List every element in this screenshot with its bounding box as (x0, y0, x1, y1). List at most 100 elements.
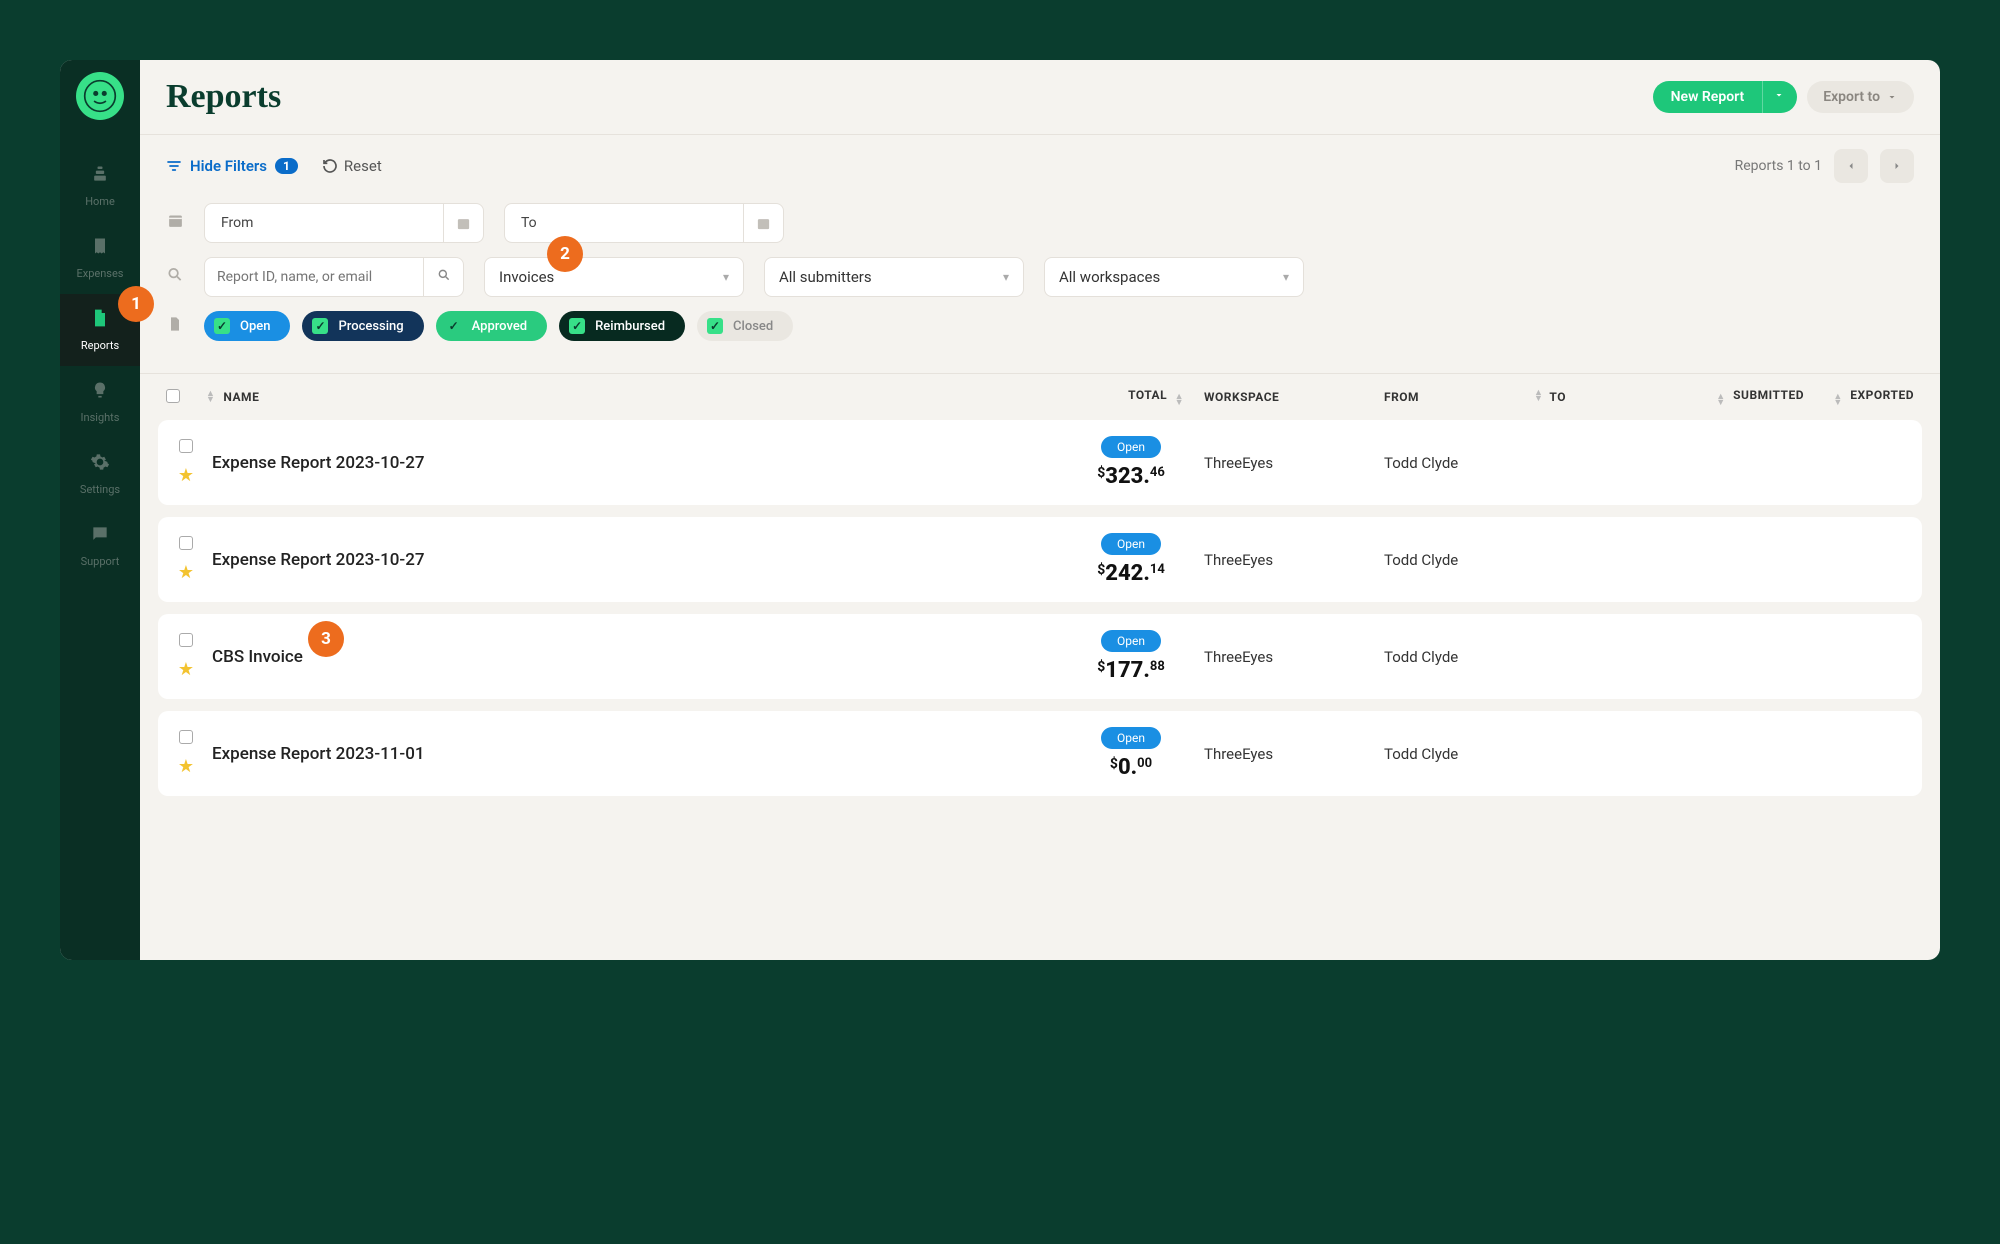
workspace-select[interactable]: All workspaces (1044, 257, 1304, 297)
search-button[interactable] (424, 257, 464, 297)
nav-home[interactable]: Home (60, 150, 140, 222)
th-name[interactable]: NAME (223, 390, 259, 404)
check-icon: ✓ (312, 318, 328, 334)
search-input[interactable] (204, 257, 424, 297)
status-badge: Open (1101, 436, 1161, 458)
date-to-field[interactable]: To (504, 203, 784, 243)
table-rows: ★ Expense Report 2023-10-27 Open $323.46… (140, 420, 1940, 808)
star-icon[interactable]: ★ (178, 659, 194, 680)
sort-icon[interactable]: ▲▼ (206, 391, 215, 403)
pill-label: Open (240, 319, 270, 334)
nav-settings[interactable]: Settings (60, 438, 140, 510)
check-icon: ✓ (214, 318, 230, 334)
reset-label: Reset (344, 157, 382, 175)
nav-reports[interactable]: Reports 1 (60, 294, 140, 366)
status-pill-processing[interactable]: ✓ Processing (302, 311, 423, 341)
table-row[interactable]: ★ Expense Report 2023-10-27 Open $323.46… (158, 420, 1922, 505)
row-from: Todd Clyde (1384, 551, 1534, 569)
table-row[interactable]: ★ Expense Report 2023-10-27 Open $242.14… (158, 517, 1922, 602)
calendar-icon (166, 212, 184, 234)
row-checkbox[interactable] (179, 536, 193, 550)
reset-button[interactable]: Reset (322, 157, 382, 175)
row-name: Expense Report 2023-10-27 (212, 453, 425, 473)
filter-bar-right: Reports 1 to 1 (1735, 149, 1914, 183)
new-report-button[interactable]: New Report (1653, 81, 1763, 113)
header-actions: New Report Export to (1653, 81, 1914, 113)
bulb-icon (60, 380, 140, 405)
status-pill-reimbursed[interactable]: ✓ Reimbursed (559, 311, 685, 341)
row-workspace: ThreeEyes (1204, 648, 1384, 666)
th-workspace[interactable]: WORKSPACE (1204, 390, 1279, 404)
logo-icon (83, 79, 117, 113)
nav-expenses[interactable]: Expenses (60, 222, 140, 294)
submitter-select-value: All submitters (779, 268, 872, 286)
row-checkbox[interactable] (179, 439, 193, 453)
filter-count-badge: 1 (275, 158, 298, 174)
table-row[interactable]: ★ Expense Report 2023-11-01 Open $0.00 T… (158, 711, 1922, 796)
page-prev-button[interactable] (1834, 149, 1868, 183)
th-total[interactable]: TOTAL (1128, 388, 1167, 402)
nav-support[interactable]: Support (60, 510, 140, 582)
check-icon: ✓ (446, 318, 462, 334)
check-icon: ✓ (707, 318, 723, 334)
type-select[interactable]: Invoices 2 (484, 257, 744, 297)
nav-label: Settings (80, 483, 120, 496)
row-checkbox[interactable] (179, 633, 193, 647)
th-submitted[interactable]: SUBMITTED (1733, 388, 1804, 402)
status-pill-approved[interactable]: ✓ Approved (436, 311, 548, 341)
sort-icon[interactable]: ▲▼ (1175, 394, 1184, 406)
nav-label: Support (81, 555, 120, 568)
chevron-right-icon (1891, 160, 1903, 172)
reset-icon (322, 158, 338, 174)
workspace-select-value: All workspaces (1059, 268, 1160, 286)
th-to[interactable]: TO (1549, 390, 1566, 404)
status-pill-open[interactable]: ✓ Open (204, 311, 290, 341)
callout-3: 3 (308, 621, 344, 657)
row-amount: $242.14 (1097, 561, 1165, 586)
export-button[interactable]: Export to (1807, 81, 1914, 113)
search-icon (166, 266, 184, 288)
app-logo[interactable] (76, 72, 124, 120)
select-all-checkbox[interactable] (166, 389, 180, 403)
row-checkbox[interactable] (179, 730, 193, 744)
hide-filters-button[interactable]: Hide Filters 1 (166, 157, 298, 175)
date-from-label: From (205, 215, 269, 231)
date-from-field[interactable]: From (204, 203, 484, 243)
th-from[interactable]: FROM (1384, 390, 1419, 404)
pill-label: Reimbursed (595, 319, 665, 334)
hide-filters-label: Hide Filters (190, 157, 267, 175)
receipt-icon (60, 236, 140, 261)
chevron-left-icon (1845, 160, 1857, 172)
sort-icon[interactable]: ▲▼ (1716, 394, 1725, 406)
page-next-button[interactable] (1880, 149, 1914, 183)
row-amount: $323.46 (1097, 464, 1165, 489)
star-icon[interactable]: ★ (178, 465, 194, 486)
row-amount: $177.88 (1097, 658, 1165, 683)
new-report-group: New Report (1653, 81, 1798, 113)
star-icon[interactable]: ★ (178, 562, 194, 583)
search-icon (437, 268, 451, 282)
table-row[interactable]: ★ CBS Invoice 3 Open $177.88 ThreeEyes T… (158, 614, 1922, 699)
sort-icon[interactable]: ▲▼ (1833, 394, 1842, 406)
th-exported[interactable]: EXPORTED (1850, 388, 1914, 402)
status-pill-closed[interactable]: ✓ Closed (697, 311, 793, 341)
page-title: Reports (166, 78, 281, 116)
chevron-down-icon (1886, 91, 1898, 103)
row-workspace: ThreeEyes (1204, 454, 1384, 472)
row-from: Todd Clyde (1384, 745, 1534, 763)
sort-icon[interactable]: ▲▼ (1534, 390, 1543, 402)
calendar-picker-icon[interactable] (443, 204, 483, 242)
row-from: Todd Clyde (1384, 648, 1534, 666)
nav-insights[interactable]: Insights (60, 366, 140, 438)
star-icon[interactable]: ★ (178, 756, 194, 777)
submitter-select[interactable]: All submitters (764, 257, 1024, 297)
calendar-picker-icon[interactable] (743, 204, 783, 242)
filter-row-dates: From To (166, 203, 1914, 243)
filter-row-search: Invoices 2 All submitters All workspaces (166, 257, 1914, 297)
date-to-label: To (505, 215, 553, 231)
gear-icon (60, 452, 140, 477)
filters-panel: From To (140, 197, 1940, 374)
pill-label: Closed (733, 319, 773, 334)
filter-bar: Hide Filters 1 Reset Reports 1 to 1 (140, 135, 1940, 197)
new-report-dropdown[interactable] (1762, 81, 1797, 113)
